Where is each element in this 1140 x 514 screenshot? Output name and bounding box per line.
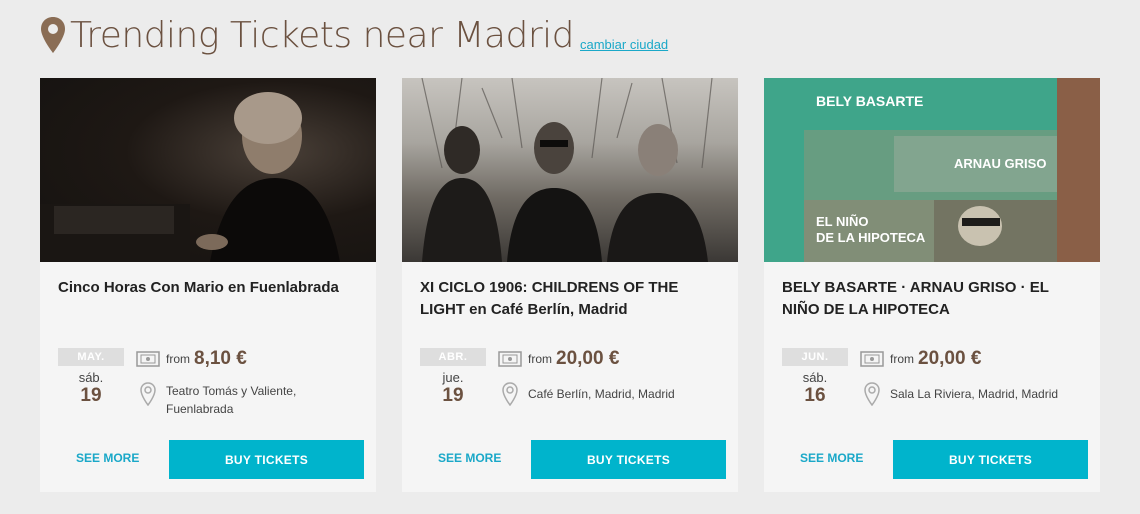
event-image[interactable]: [40, 78, 376, 262]
event-weekday: sáb.: [802, 370, 828, 385]
event-venue: Teatro Tomás y Valiente, Fuenlabrada: [166, 384, 297, 416]
buy-tickets-button[interactable]: BUY TICKETS: [531, 440, 726, 479]
event-title[interactable]: BELY BASARTE · ARNAU GRISO · EL NIÑO DE …: [782, 277, 1082, 321]
from-label: from: [890, 352, 914, 366]
venue-pin-icon: [864, 382, 880, 406]
change-city-link[interactable]: cambiar ciudad: [580, 37, 668, 52]
price-row: from 20,00 €: [860, 348, 981, 370]
event-venue: Sala La Riviera, Madrid, Madrid: [890, 387, 1059, 401]
event-cards: Cinco Horas Con Mario en Fuenlabrada MAY…: [40, 78, 1100, 492]
event-venue: Café Berlín, Madrid, Madrid: [528, 387, 675, 401]
location-pin-icon: [41, 17, 65, 53]
event-month: JUN.: [782, 348, 848, 366]
from-label: from: [528, 352, 552, 366]
poster-title: DE LA HIPOTECA: [816, 230, 926, 245]
poster-title: EL NIÑO: [816, 214, 869, 229]
section-header: Trending Tickets near Madrid cambiar ciu…: [40, 8, 668, 58]
venue-row: Teatro Tomás y Valiente, Fuenlabrada: [140, 382, 366, 418]
event-date: JUN. sáb. 16: [782, 348, 848, 407]
event-price: 20,00 €: [556, 348, 620, 369]
see-more-link[interactable]: SEE MORE: [76, 451, 139, 465]
page-title: Trending Tickets near Madrid: [70, 15, 575, 56]
event-day: 19: [80, 385, 102, 406]
ticket-icon: [860, 351, 884, 367]
venue-row: Sala La Riviera, Madrid, Madrid: [864, 382, 1090, 406]
poster-title: BELY BASARTE: [816, 93, 923, 109]
event-image[interactable]: BELY BASARTE ARNAU GRISO EL NIÑO DE LA H…: [764, 78, 1100, 262]
event-day: 16: [804, 385, 826, 406]
event-card: Cinco Horas Con Mario en Fuenlabrada MAY…: [40, 78, 376, 492]
event-weekday: jue.: [442, 370, 464, 385]
poster-title: ARNAU GRISO: [954, 156, 1046, 171]
see-more-link[interactable]: SEE MORE: [438, 451, 501, 465]
venue-pin-icon: [502, 382, 518, 406]
event-month: ABR.: [420, 348, 486, 366]
event-price: 8,10 €: [194, 348, 247, 369]
from-label: from: [166, 352, 190, 366]
event-price: 20,00 €: [918, 348, 982, 369]
event-day: 19: [442, 385, 464, 406]
venue-row: Café Berlín, Madrid, Madrid: [502, 382, 728, 406]
ticket-icon: [136, 351, 160, 367]
event-card: BELY BASARTE ARNAU GRISO EL NIÑO DE LA H…: [764, 78, 1100, 492]
price-row: from 20,00 €: [498, 348, 619, 370]
event-title[interactable]: XI CICLO 1906: CHILDRENS OF THE LIGHT en…: [420, 277, 720, 321]
event-weekday: sáb.: [78, 370, 104, 385]
buy-tickets-button[interactable]: BUY TICKETS: [893, 440, 1088, 479]
ticket-icon: [498, 351, 522, 367]
see-more-link[interactable]: SEE MORE: [800, 451, 863, 465]
event-date: ABR. jue. 19: [420, 348, 486, 407]
event-card: XI CICLO 1906: CHILDRENS OF THE LIGHT en…: [402, 78, 738, 492]
price-row: from 8,10 €: [136, 348, 247, 370]
event-image[interactable]: [402, 78, 738, 262]
venue-pin-icon: [140, 382, 156, 406]
event-date: MAY. sáb. 19: [58, 348, 124, 407]
event-month: MAY.: [58, 348, 124, 366]
event-title[interactable]: Cinco Horas Con Mario en Fuenlabrada: [58, 277, 358, 299]
buy-tickets-button[interactable]: BUY TICKETS: [169, 440, 364, 479]
